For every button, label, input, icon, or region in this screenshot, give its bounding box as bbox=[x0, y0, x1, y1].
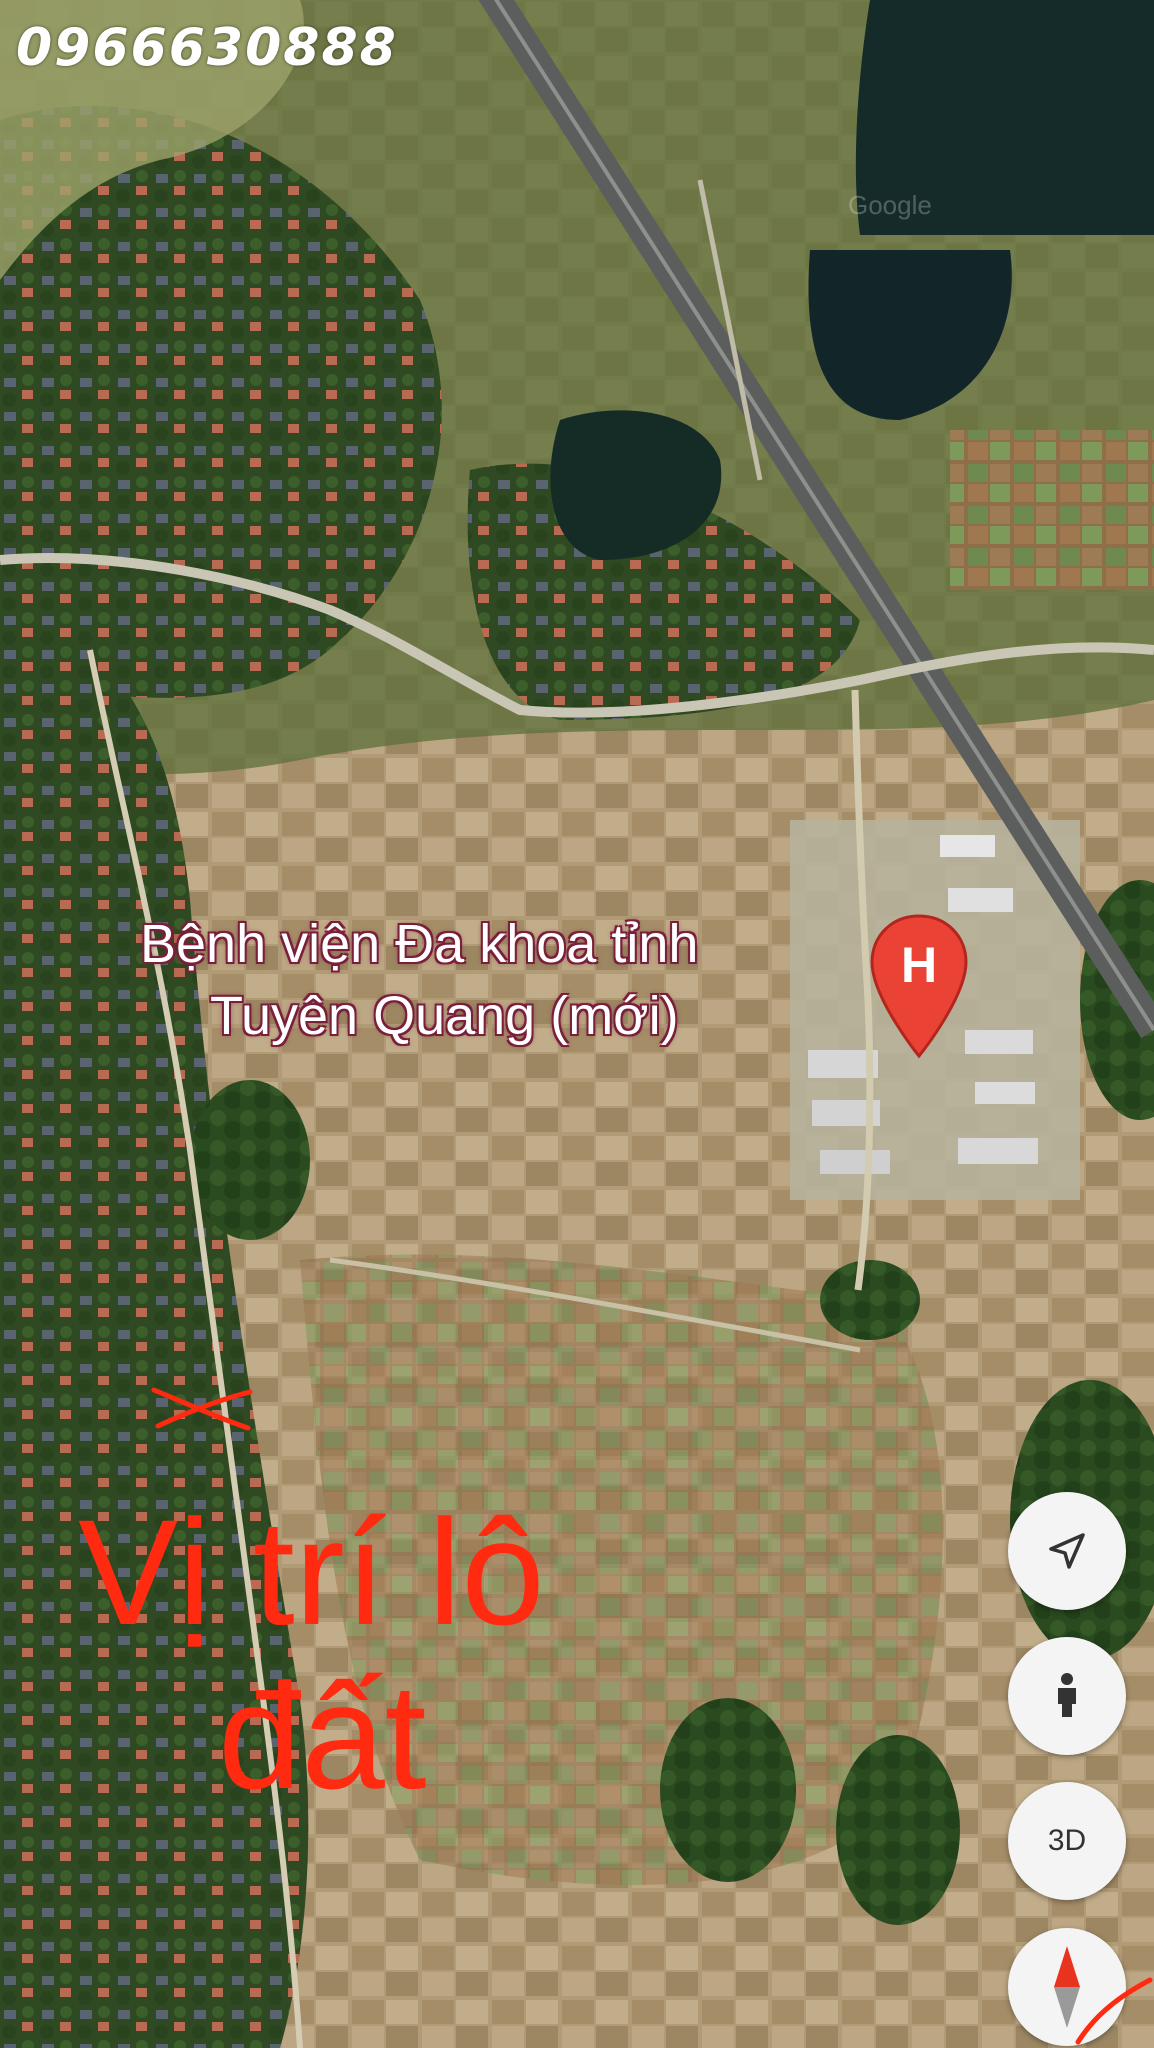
pin-letter: H bbox=[901, 937, 937, 993]
google-watermark: Google bbox=[848, 190, 932, 220]
land-lot-annotation: Vị trí lô đất bbox=[78, 1490, 545, 1818]
street-view-button[interactable] bbox=[1008, 1637, 1126, 1755]
navigation-arrow-icon bbox=[1049, 1533, 1085, 1569]
pegman-icon bbox=[1058, 1673, 1076, 1717]
phone-number-watermark: 0966630888 bbox=[16, 18, 398, 78]
place-label-line-2: Tuyên Quang (mới) bbox=[210, 986, 679, 1046]
place-label-line-1: Bệnh viện Đa khoa tỉnh bbox=[140, 914, 699, 974]
cross-mark-icon bbox=[151, 1387, 253, 1431]
lot-label-line-1: Vị trí lô bbox=[78, 1488, 545, 1656]
red-stroke-mark bbox=[1075, 1977, 1153, 2045]
satellite-map[interactable]: 0966630888 Google Bệnh viện Đa khoa tỉnh… bbox=[0, 0, 1154, 2048]
hospital-place-label[interactable]: Bệnh viện Đa khoa tỉnh Tuyên Quang (mới) bbox=[140, 908, 880, 1052]
hospital-pin-icon[interactable]: H bbox=[866, 912, 972, 1060]
3d-label: 3D bbox=[1047, 1824, 1087, 1857]
3d-toggle-button[interactable]: 3D bbox=[1008, 1782, 1126, 1900]
my-location-button[interactable] bbox=[1008, 1492, 1126, 1610]
lot-label-line-2: đất bbox=[218, 1652, 427, 1820]
